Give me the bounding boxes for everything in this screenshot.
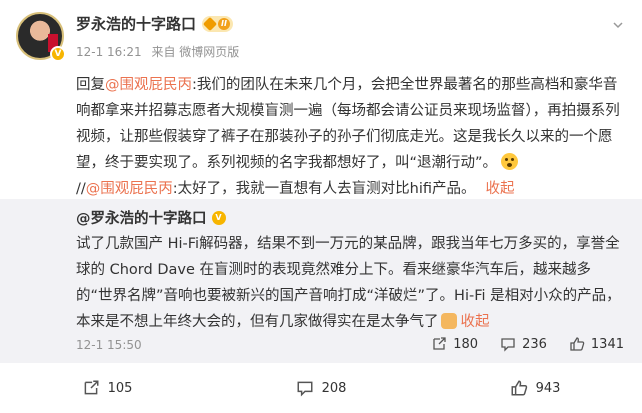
author-name[interactable]: 罗永浩的十字路口: [76, 13, 196, 34]
post-text: 回复@围观屁民丙:我们的团队在未来几个月，会把全世界最著名的那些高档和豪华音响都…: [76, 72, 624, 202]
comment-icon: [297, 381, 313, 397]
share-icon: [433, 337, 446, 350]
like-icon: [511, 380, 527, 396]
collapse-link[interactable]: 收起: [486, 181, 515, 197]
like-count: 943: [535, 380, 561, 396]
verified-icon: V: [211, 210, 226, 225]
repost-author-row: @罗永浩的十字路口 V: [76, 207, 226, 228]
post-meta: 12-1 16:21 来自 微博网页版: [76, 43, 239, 60]
repost-time[interactable]: 12-1 15:50: [76, 338, 142, 352]
reply-prefix: 回复: [76, 77, 105, 93]
comment-count: 208: [321, 380, 347, 396]
repost-comment-count: 236: [522, 336, 547, 352]
repost-like-button[interactable]: 1341: [569, 336, 624, 352]
member-badge-icon[interactable]: II: [202, 15, 234, 32]
repost-text: 试了几款国产 Hi-Fi解码器，结果不到一万元的某品牌，跟我当年七万多买的，享誉…: [76, 231, 624, 335]
repost-share-button[interactable]: 180: [431, 336, 478, 352]
repost-author[interactable]: @罗永浩的十字路口: [76, 207, 207, 228]
mention-link[interactable]: @围观屁民丙: [86, 181, 173, 197]
fist-emoji-icon: [440, 313, 457, 329]
comment-button[interactable]: 208: [214, 363, 428, 413]
repost-actions: 180 236 1341: [409, 336, 624, 352]
repost-separator: //: [76, 181, 86, 197]
collapse-link[interactable]: 收起: [461, 314, 490, 330]
like-button[interactable]: 943: [428, 363, 642, 413]
like-icon: [570, 337, 585, 351]
member-level: II: [218, 17, 231, 30]
author-name-row: 罗永浩的十字路口 II: [76, 13, 234, 34]
repost-body: 试了几款国产 Hi-Fi解码器，结果不到一万元的某品牌，跟我当年七万多买的，享誉…: [76, 236, 621, 330]
post-header: V 罗永浩的十字路口 II 12-1 16:21 来自 微博网页版: [0, 0, 642, 70]
repost-like-count: 1341: [590, 336, 624, 352]
repost-card: @罗永浩的十字路口 V 试了几款国产 Hi-Fi解码器，结果不到一万元的某品牌，…: [0, 199, 642, 363]
share-icon: [84, 380, 99, 395]
share-button[interactable]: 105: [0, 363, 214, 413]
comment-icon: [501, 338, 515, 352]
chevron-down-icon[interactable]: [612, 16, 624, 29]
quoted-body: :太好了，我就一直想有人去盲测对比hifi产品。: [172, 181, 476, 197]
verified-icon: V: [50, 46, 66, 62]
post-source: 来自 微博网页版: [151, 45, 240, 59]
share-count: 105: [107, 380, 133, 396]
repost-comment-button[interactable]: 236: [500, 336, 547, 352]
action-bar: 105 208 943: [0, 363, 642, 413]
repost-share-count: 180: [453, 336, 479, 352]
emoji-icon: [501, 153, 519, 170]
mention-link[interactable]: @围观屁民丙: [105, 77, 192, 93]
post-time[interactable]: 12-1 16:21: [76, 45, 142, 59]
